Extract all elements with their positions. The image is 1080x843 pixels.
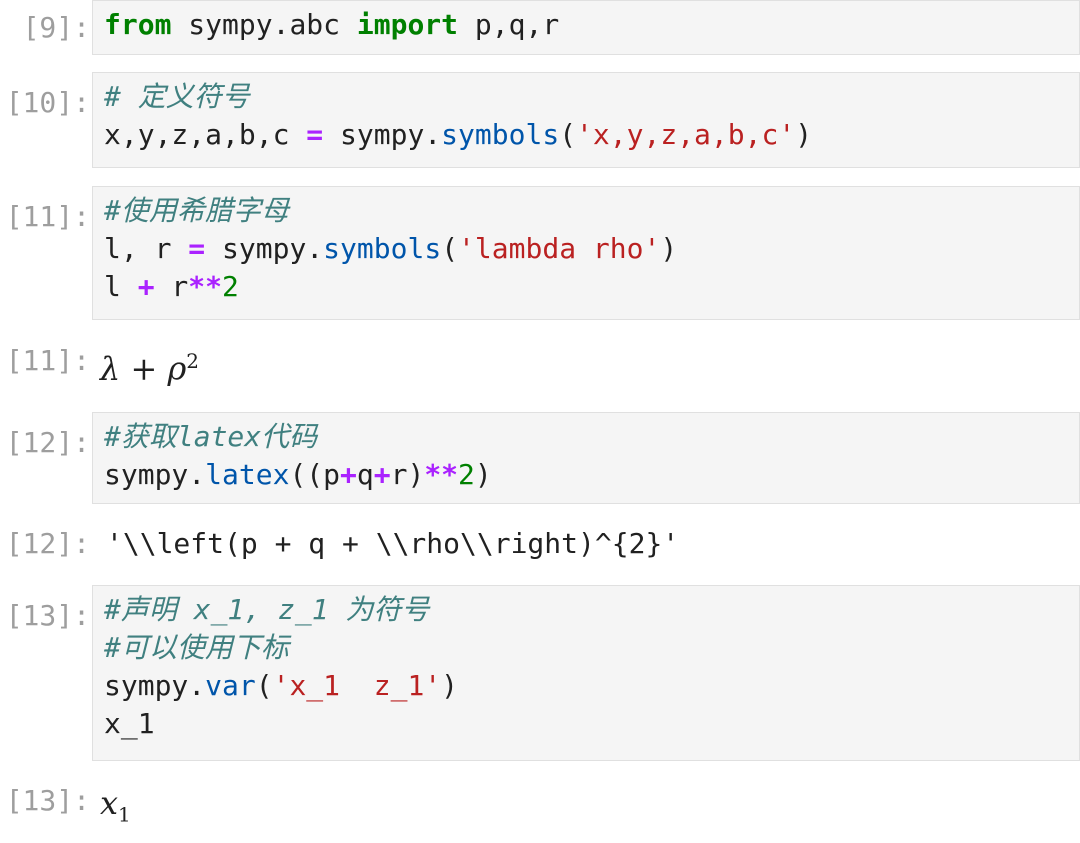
code-line: l, r = sympy.symbols('lambda rho') (104, 232, 678, 265)
code-comment: #可以使用下标 (104, 631, 289, 664)
code-line: l + r**2 (104, 270, 239, 303)
output-prompt: [12]: (5, 527, 90, 560)
code-input[interactable]: # 定义符号 x,y,z,a,b,c = sympy.symbols('x,y,… (92, 72, 1080, 168)
math-output: x1 (100, 784, 131, 827)
code-input[interactable]: #获取latex代码 sympy.latex((p+q+r)**2) (92, 412, 1080, 504)
code-line: x_1 (104, 707, 155, 740)
output-prompt: [11]: (5, 344, 90, 377)
code-input[interactable]: from sympy.abc import p,q,r (92, 0, 1080, 55)
code-comment: # 定义符号 (104, 80, 250, 113)
code-line: from sympy.abc import p,q,r (104, 8, 560, 41)
input-prompt: [11]: (5, 200, 90, 233)
code-comment: #使用希腊字母 (104, 194, 289, 227)
code-line: sympy.latex((p+q+r)**2) (104, 458, 492, 491)
input-prompt: [12]: (5, 426, 90, 459)
output-prompt: [13]: (5, 784, 90, 817)
code-comment: #获取latex代码 (104, 420, 318, 453)
text-output: '\\left(p + q + \\rho\\right)^{2}' (106, 527, 680, 560)
code-input[interactable]: #声明 x_1, z_1 为符号 #可以使用下标 sympy.var('x_1 … (92, 585, 1080, 761)
input-prompt: [13]: (5, 599, 90, 632)
code-comment: #声明 x_1, z_1 为符号 (104, 593, 430, 626)
code-line: x,y,z,a,b,c = sympy.symbols('x,y,z,a,b,c… (104, 118, 813, 151)
code-input[interactable]: #使用希腊字母 l, r = sympy.symbols('lambda rho… (92, 186, 1080, 320)
input-prompt: [9]: (22, 11, 90, 44)
code-line: sympy.var('x_1 z_1') (104, 669, 459, 702)
input-prompt: [10]: (5, 86, 90, 119)
math-output: λ + ρ2 (100, 349, 199, 388)
